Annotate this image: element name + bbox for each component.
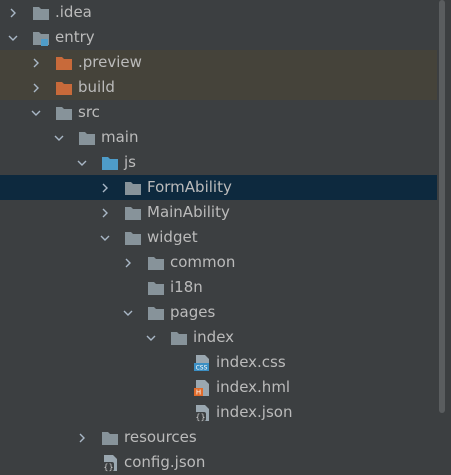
folder-icon [32,4,50,22]
tree-item-label: build [78,78,115,96]
json-file-icon: {} [101,454,119,472]
tree-item[interactable]: FormAbility [0,175,437,200]
scrollbar[interactable] [439,0,445,413]
tree-item-label: index.hml [216,378,291,396]
svg-text:{}: {} [103,462,113,471]
folder-icon [124,179,142,197]
tree-item[interactable]: main [0,125,437,150]
project-tree: .idea entry .preview build src main js FormAbil… [0,0,451,473]
folder-icon [101,429,119,447]
tree-item-label: widget [147,228,198,246]
json-file-icon: {} [193,404,211,422]
tree-item[interactable]: entry [0,25,437,50]
folder-icon [124,229,142,247]
chevron-right-icon[interactable] [77,433,87,443]
svg-text:H: H [196,388,201,396]
chevron-down-icon[interactable] [123,308,133,318]
folder-icon [147,279,165,297]
tree-item-label: i18n [170,278,203,296]
folder-icon [78,129,96,147]
tree-item[interactable]: widget [0,225,437,250]
tree-item[interactable]: .preview [0,50,437,75]
chevron-down-icon[interactable] [31,108,41,118]
tree-item[interactable]: i18n [0,275,437,300]
tree-item-label: js [124,153,136,171]
tree-item[interactable]: .idea [0,0,437,25]
tree-item[interactable]: index [0,325,437,350]
folder-icon [147,254,165,272]
chevron-right-icon[interactable] [123,258,133,268]
tree-item-label: entry [55,28,95,46]
tree-item[interactable]: resources [0,425,437,450]
chevron-right-icon[interactable] [100,183,110,193]
folder-icon [55,104,73,122]
chevron-right-icon[interactable] [31,58,41,68]
tree-item-label: .preview [78,53,142,71]
folder-icon [124,204,142,222]
folder-icon [147,304,165,322]
tree-item-label: index [193,328,235,346]
tree-item-label: index.css [216,353,286,371]
tree-item-label: src [78,103,100,121]
tree-item[interactable]: pages [0,300,437,325]
chevron-right-icon[interactable] [31,83,41,93]
chevron-down-icon[interactable] [100,233,110,243]
source-folder-icon [101,154,119,172]
tree-item[interactable]: src [0,100,437,125]
tree-item[interactable]: MainAbility [0,200,437,225]
tree-item[interactable]: js [0,150,437,175]
html-file-icon: H [193,379,211,397]
chevron-down-icon[interactable] [146,333,156,343]
chevron-right-icon[interactable] [8,8,18,18]
tree-item-label: index.json [216,403,293,421]
chevron-down-icon[interactable] [8,33,18,43]
tree-item-label: MainAbility [147,203,230,221]
excluded-folder-icon [55,79,73,97]
tree-item-label: FormAbility [147,178,232,196]
tree-item-label: common [170,253,236,271]
tree-item-label: main [101,128,139,146]
tree-item[interactable]: build [0,75,437,100]
css-file-icon: CSS [193,354,211,372]
tree-item-label: pages [170,303,216,321]
folder-icon [170,329,188,347]
chevron-down-icon[interactable] [54,133,64,143]
tree-item-label: .idea [55,3,92,21]
excluded-folder-icon [55,54,73,72]
tree-item[interactable]: common [0,250,437,275]
chevron-right-icon[interactable] [100,208,110,218]
tree-item[interactable]: {} config.json [0,450,437,475]
module-folder-icon [32,29,50,47]
svg-text:{}: {} [195,412,205,421]
tree-item[interactable]: CSS index.css [0,350,437,375]
tree-item[interactable]: {} index.json [0,400,437,425]
chevron-down-icon[interactable] [77,158,87,168]
tree-item[interactable]: Hindex.hml [0,375,437,400]
tree-item-label: resources [124,428,197,446]
svg-text:CSS: CSS [196,364,208,371]
tree-item-label: config.json [124,453,206,471]
